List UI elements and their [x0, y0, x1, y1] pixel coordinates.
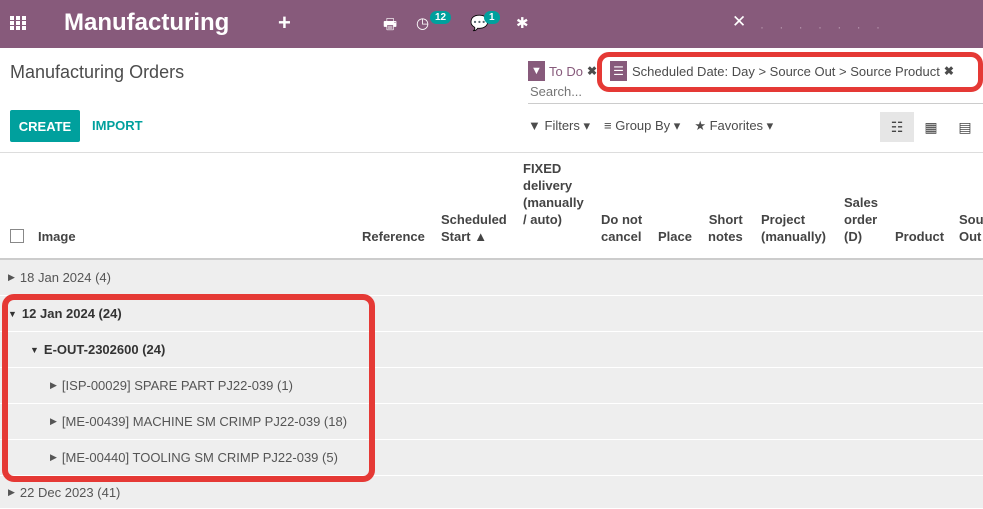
- col-project[interactable]: Project (manually): [761, 211, 826, 245]
- activity-badge: 12: [430, 11, 452, 24]
- group-row[interactable]: ▶ 18 Jan 2024 (4): [0, 260, 983, 296]
- company-switcher[interactable]: · · · · · · ·: [760, 20, 886, 34]
- printer-icon[interactable]: 🖶: [383, 14, 397, 39]
- highlight-box: [2, 294, 375, 482]
- filter-facet[interactable]: ▼ To Do ✖: [528, 61, 597, 81]
- messages-badge: 1: [484, 11, 500, 24]
- groupby-dropdown[interactable]: ≡ Group By ▾: [604, 118, 680, 134]
- col-reference[interactable]: Reference: [362, 228, 425, 245]
- create-button[interactable]: CREATE: [10, 110, 80, 142]
- filter-icon: ▼: [528, 118, 541, 133]
- highlight-box: [597, 52, 983, 92]
- kanban-view-icon[interactable]: ▦: [914, 112, 948, 142]
- filters-dropdown[interactable]: ▼ Filters ▾: [528, 118, 590, 134]
- star-icon: ★: [694, 118, 706, 133]
- debug-bug-icon[interactable]: ✱: [516, 14, 529, 32]
- favorites-dropdown[interactable]: ★ Favorites ▾: [694, 118, 773, 134]
- col-scheduled-start[interactable]: Scheduled Start ▲: [441, 211, 507, 245]
- view-switcher: ☷ ▦ ▤: [880, 112, 982, 142]
- apps-menu-icon[interactable]: [10, 16, 26, 30]
- quick-create-icon[interactable]: +: [278, 10, 291, 36]
- search-options: ▼ Filters ▾ ≡ Group By ▾ ★ Favorites ▾: [528, 118, 773, 134]
- col-place[interactable]: Place: [658, 228, 692, 245]
- col-image[interactable]: Image: [38, 228, 76, 245]
- col-fixed-delivery[interactable]: FIXED delivery (manually / auto): [523, 160, 584, 228]
- col-product[interactable]: Product: [895, 228, 944, 245]
- col-sales-order[interactable]: Sales order (D): [844, 194, 878, 245]
- breadcrumb: Manufacturing Orders: [10, 62, 185, 82]
- filter-icon: ▼: [528, 61, 545, 81]
- list-icon: ≡: [604, 118, 612, 133]
- caret-right-icon: ▶: [8, 486, 15, 497]
- calendar-view-icon[interactable]: ▤: [948, 112, 982, 142]
- col-do-not-cancel[interactable]: Do not cancel: [601, 211, 642, 245]
- close-icon[interactable]: ✖: [587, 64, 597, 78]
- caret-right-icon: ▶: [8, 272, 15, 282]
- select-all-checkbox[interactable]: [10, 229, 24, 243]
- app-title[interactable]: Manufacturing: [64, 9, 229, 37]
- filter-facet-label: To Do: [549, 63, 583, 79]
- activity-clock-icon[interactable]: ◷: [416, 14, 429, 32]
- divider: [0, 152, 983, 153]
- col-source-out[interactable]: Sou Out: [959, 211, 983, 245]
- col-short-notes[interactable]: Short notes: [708, 211, 743, 245]
- tools-icon[interactable]: ✕: [732, 12, 746, 32]
- top-navbar: Manufacturing + 🖶 ◷ 12 💬 1 ✱ ✕ · · · · ·…: [0, 0, 983, 48]
- import-button[interactable]: IMPORT: [92, 118, 143, 133]
- list-view-icon[interactable]: ☷: [880, 112, 914, 142]
